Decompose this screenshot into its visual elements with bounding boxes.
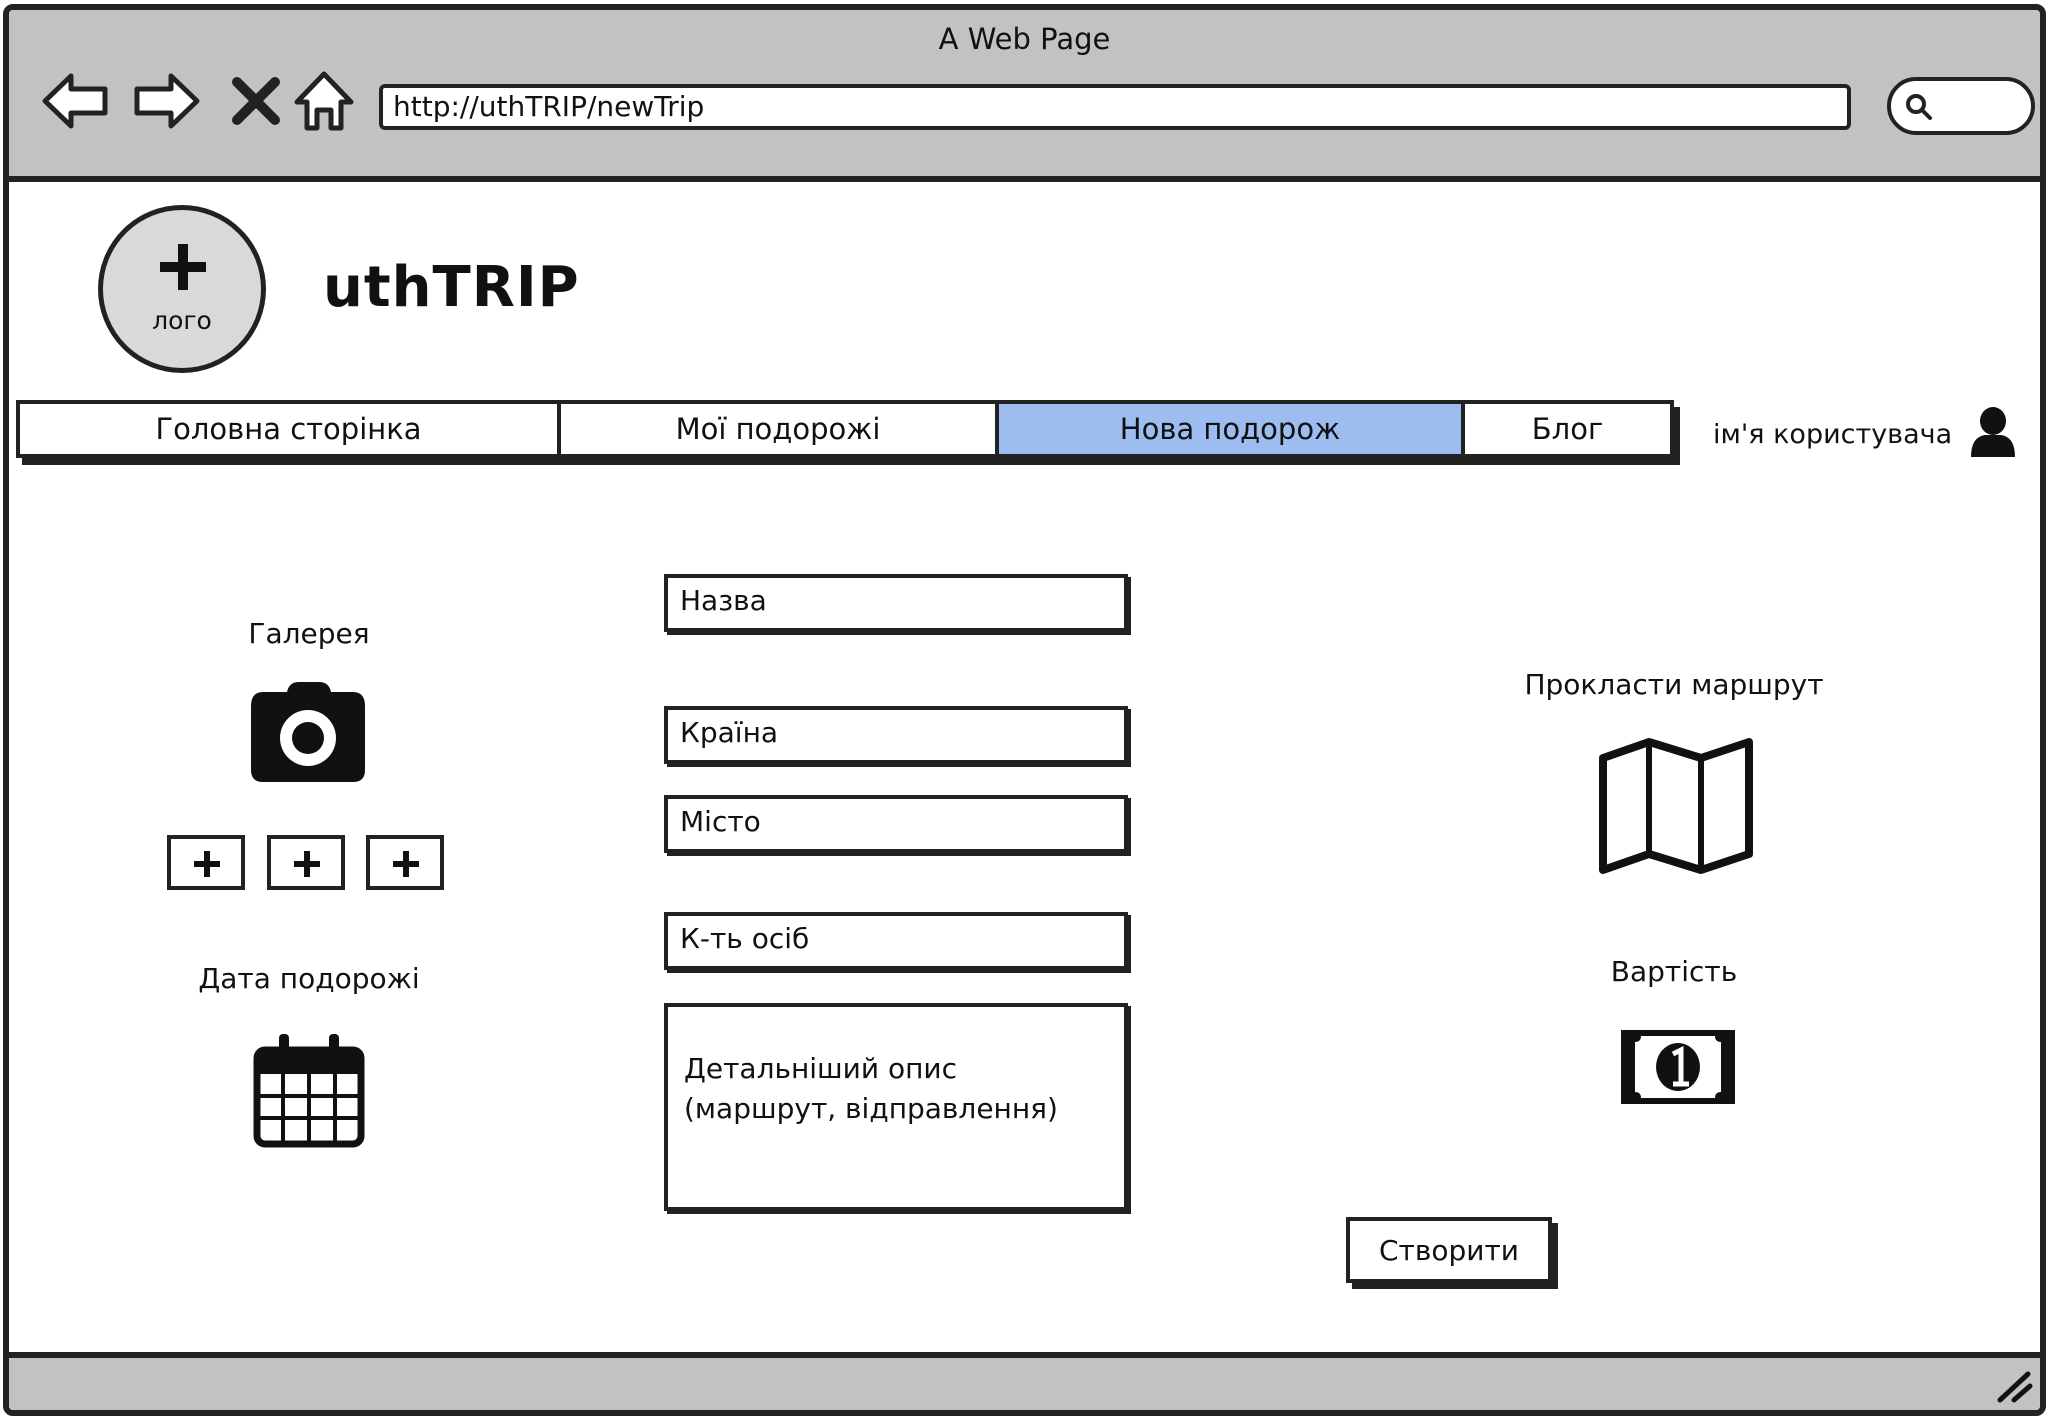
back-arrow-icon[interactable]	[39, 64, 113, 138]
resize-grip-icon[interactable]	[1994, 1368, 2034, 1404]
logo[interactable]: лого	[98, 205, 266, 373]
plus-icon	[194, 851, 220, 877]
tab-new-trip[interactable]: Нова подорож	[999, 404, 1465, 454]
cost-label: Вартість	[1610, 955, 1738, 988]
main-nav: Головна сторінка Мої подорожі Нова подор…	[16, 400, 1674, 458]
browser-search-box[interactable]	[1887, 77, 2035, 135]
tab-my-trips[interactable]: Мої подорожі	[561, 404, 999, 454]
stop-x-icon[interactable]	[219, 64, 293, 138]
trip-name-input[interactable]: Назва	[664, 574, 1128, 632]
add-photo-button[interactable]	[267, 835, 345, 890]
plus-icon	[160, 244, 206, 290]
url-bar[interactable]: http://uthTRIP/newTrip	[379, 84, 1851, 130]
gallery-label: Галерея	[248, 617, 370, 650]
money-icon[interactable]	[1619, 1028, 1737, 1106]
plus-icon	[294, 851, 320, 877]
window-title: A Web Page	[938, 22, 1111, 56]
create-button[interactable]: Створити	[1346, 1217, 1552, 1283]
user-name[interactable]: ім'я користувача	[1713, 419, 1952, 450]
user-icon[interactable]	[1969, 407, 2017, 459]
site-title: uthTRIP	[323, 255, 580, 320]
description-textarea[interactable]: Детальніший опис (маршрут, відправлення)	[664, 1003, 1128, 1211]
browser-window: A Web Page http://uthTRIP/newTrip лого u…	[3, 4, 2046, 1416]
tab-home[interactable]: Головна сторінка	[20, 404, 561, 454]
plus-icon	[393, 851, 419, 877]
search-icon	[1906, 94, 1932, 120]
forward-arrow-icon[interactable]	[129, 64, 203, 138]
country-input[interactable]: Країна	[664, 706, 1128, 764]
route-label: Прокласти маршрут	[1524, 668, 1824, 701]
home-icon[interactable]	[287, 64, 361, 138]
status-bar	[9, 1352, 2040, 1410]
camera-icon[interactable]	[249, 680, 367, 784]
trip-date-label: Дата подорожі	[198, 962, 420, 995]
logo-label: лого	[152, 306, 212, 335]
browser-chrome: A Web Page http://uthTRIP/newTrip	[9, 10, 2040, 182]
city-input[interactable]: Місто	[664, 795, 1128, 853]
people-count-input[interactable]: К-ть осіб	[664, 912, 1128, 970]
tab-blog[interactable]: Блог	[1465, 404, 1670, 454]
add-photo-button[interactable]	[366, 835, 444, 890]
map-icon[interactable]	[1597, 736, 1755, 876]
add-photo-button[interactable]	[167, 835, 245, 890]
calendar-icon[interactable]	[253, 1032, 365, 1148]
